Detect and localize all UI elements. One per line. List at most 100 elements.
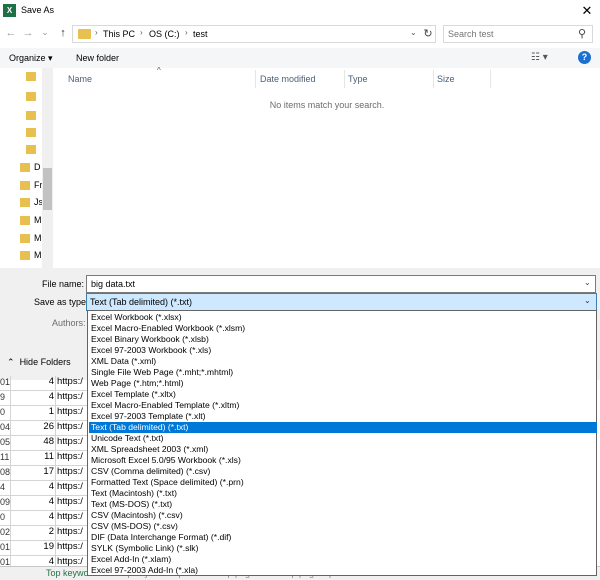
cell-value[interactable]: 48 [10,436,54,447]
cell-url[interactable]: https:/ [57,541,83,552]
file-type-option[interactable]: Text (MS-DOS) (*.txt) [89,499,597,510]
row-header[interactable]: 01 [0,377,10,387]
column-divider[interactable] [490,70,491,88]
file-name-field[interactable] [86,275,596,293]
file-type-option[interactable]: XML Spreadsheet 2003 (*.xml) [89,444,597,455]
column-divider[interactable] [255,70,256,88]
view-options-icon[interactable]: ☷ ▾ [531,52,548,63]
folder-icon[interactable] [20,251,30,260]
cell-url[interactable]: https:/ [57,481,83,492]
folder-icon[interactable] [20,216,30,225]
cell-value[interactable]: 4 [10,376,54,387]
folder-icon[interactable] [26,92,36,101]
file-type-option[interactable]: Excel Macro-Enabled Template (*.xltm) [89,400,597,411]
file-type-dropdown-list[interactable]: Excel Workbook (*.xlsx) Excel Macro-Enabl… [87,310,597,576]
file-type-option[interactable]: Excel 97-2003 Workbook (*.xls) [89,345,597,356]
cell-value[interactable]: 2 [10,526,54,537]
cell-value[interactable]: 4 [10,481,54,492]
forward-arrow-icon[interactable]: → [20,25,36,41]
file-type-option[interactable]: Single File Web Page (*.mht;*.mhtml) [89,367,597,378]
file-type-option[interactable]: Web Page (*.htm;*.html) [89,378,597,389]
file-type-option[interactable]: Excel Binary Workbook (*.xlsb) [89,334,597,345]
file-type-option[interactable]: CSV (Macintosh) (*.csv) [89,510,597,521]
cell-value[interactable]: 17 [10,466,54,477]
row-header[interactable]: 4 [0,482,10,492]
breadcrumb-test[interactable]: test [193,29,208,39]
folder-icon[interactable] [26,111,36,120]
search-icon[interactable]: ⚲ [578,27,590,41]
nav-scrollbar-thumb[interactable] [43,168,52,210]
cell-value[interactable]: 1 [10,406,54,417]
folder-icon[interactable] [20,163,30,172]
breadcrumb-os-c[interactable]: OS (C:) [149,29,180,39]
row-header[interactable]: 09 [0,497,10,507]
cell-url[interactable]: https:/ [57,421,83,432]
folder-icon[interactable] [26,145,36,154]
column-header-date-modified[interactable]: Date modified [260,74,316,84]
refresh-icon[interactable]: ↻ [421,26,435,42]
cell-value[interactable]: 19 [10,541,54,552]
column-divider[interactable] [344,70,345,88]
file-type-option[interactable]: Excel Workbook (*.xlsx) [89,312,597,323]
cell-value[interactable]: 4 [10,391,54,402]
column-header-size[interactable]: Size [437,74,455,84]
column-header-type[interactable]: Type [348,74,368,84]
nav-item-label[interactable]: D [34,162,41,172]
row-header[interactable]: 0 [0,407,10,417]
organize-button[interactable]: Organize ▾ [9,53,53,64]
cell-url[interactable]: https:/ [57,436,83,447]
cell-url[interactable]: https:/ [57,406,83,417]
row-header[interactable]: 01 [0,542,10,552]
file-type-option[interactable]: DIF (Data Interchange Format) (*.dif) [89,532,597,543]
recent-locations-icon[interactable]: ⌄ [37,24,53,40]
folder-icon[interactable] [20,181,30,190]
new-folder-button[interactable]: New folder [76,53,119,63]
file-type-option[interactable]: Unicode Text (*.txt) [89,433,597,444]
back-arrow-icon[interactable]: ← [3,25,19,41]
file-type-option[interactable]: Excel Add-In (*.xlam) [89,554,597,565]
row-header[interactable]: 9 [0,392,10,402]
hide-folders-button[interactable]: ⌃ Hide Folders [7,357,71,368]
cell-url[interactable]: https:/ [57,376,83,387]
close-icon[interactable]: ✕ [578,2,596,20]
file-type-option[interactable]: CSV (MS-DOS) (*.csv) [89,521,597,532]
cell-value[interactable]: 26 [10,421,54,432]
nav-item-label[interactable]: M [34,233,42,243]
breadcrumb-this-pc[interactable]: This PC [103,29,135,39]
cell-url[interactable]: https:/ [57,511,83,522]
cell-value[interactable]: 4 [10,511,54,522]
file-type-option[interactable]: XML Data (*.xml) [89,356,597,367]
row-header[interactable]: 05 [0,437,10,447]
file-type-option[interactable]: Text (Tab delimited) (*.txt) [89,422,597,433]
row-header[interactable]: 04 [0,422,10,432]
file-name-value[interactable]: big data.txt [91,279,135,289]
nav-item-label[interactable]: M [34,215,42,225]
row-header[interactable]: 02 [0,527,10,537]
row-header[interactable]: 0 [0,512,10,522]
column-divider[interactable] [433,70,434,88]
chevron-down-icon[interactable]: ⌄ [584,296,591,305]
search-input[interactable] [448,27,574,41]
file-type-option[interactable]: CSV (Comma delimited) (*.csv) [89,466,597,477]
file-type-option[interactable]: Formatted Text (Space delimited) (*.prn) [89,477,597,488]
save-as-type-value[interactable]: Text (Tab delimited) (*.txt) [90,297,192,307]
folder-icon[interactable] [26,72,36,81]
file-type-option[interactable]: SYLK (Symbolic Link) (*.slk) [89,543,597,554]
row-header[interactable]: 08 [0,467,10,477]
file-type-option[interactable]: Excel 97-2003 Template (*.xlt) [89,411,597,422]
folder-icon[interactable] [26,128,36,137]
chevron-down-icon[interactable]: ⌄ [584,278,591,287]
file-type-option[interactable]: Text (Macintosh) (*.txt) [89,488,597,499]
cell-url[interactable]: https:/ [57,466,83,477]
file-type-option[interactable]: Excel Template (*.xltx) [89,389,597,400]
folder-icon[interactable] [20,198,30,207]
up-arrow-icon[interactable]: ↑ [55,25,71,41]
file-type-option[interactable]: Excel 97-2003 Add-In (*.xla) [89,565,597,576]
cell-url[interactable]: https:/ [57,526,83,537]
cell-value[interactable]: 11 [10,451,54,462]
cell-url[interactable]: https:/ [57,391,83,402]
cell-value[interactable]: 4 [10,496,54,507]
chevron-down-icon[interactable]: ⌄ [410,28,417,37]
nav-item-label[interactable]: M [34,250,42,260]
row-header[interactable]: 11 [0,452,10,462]
